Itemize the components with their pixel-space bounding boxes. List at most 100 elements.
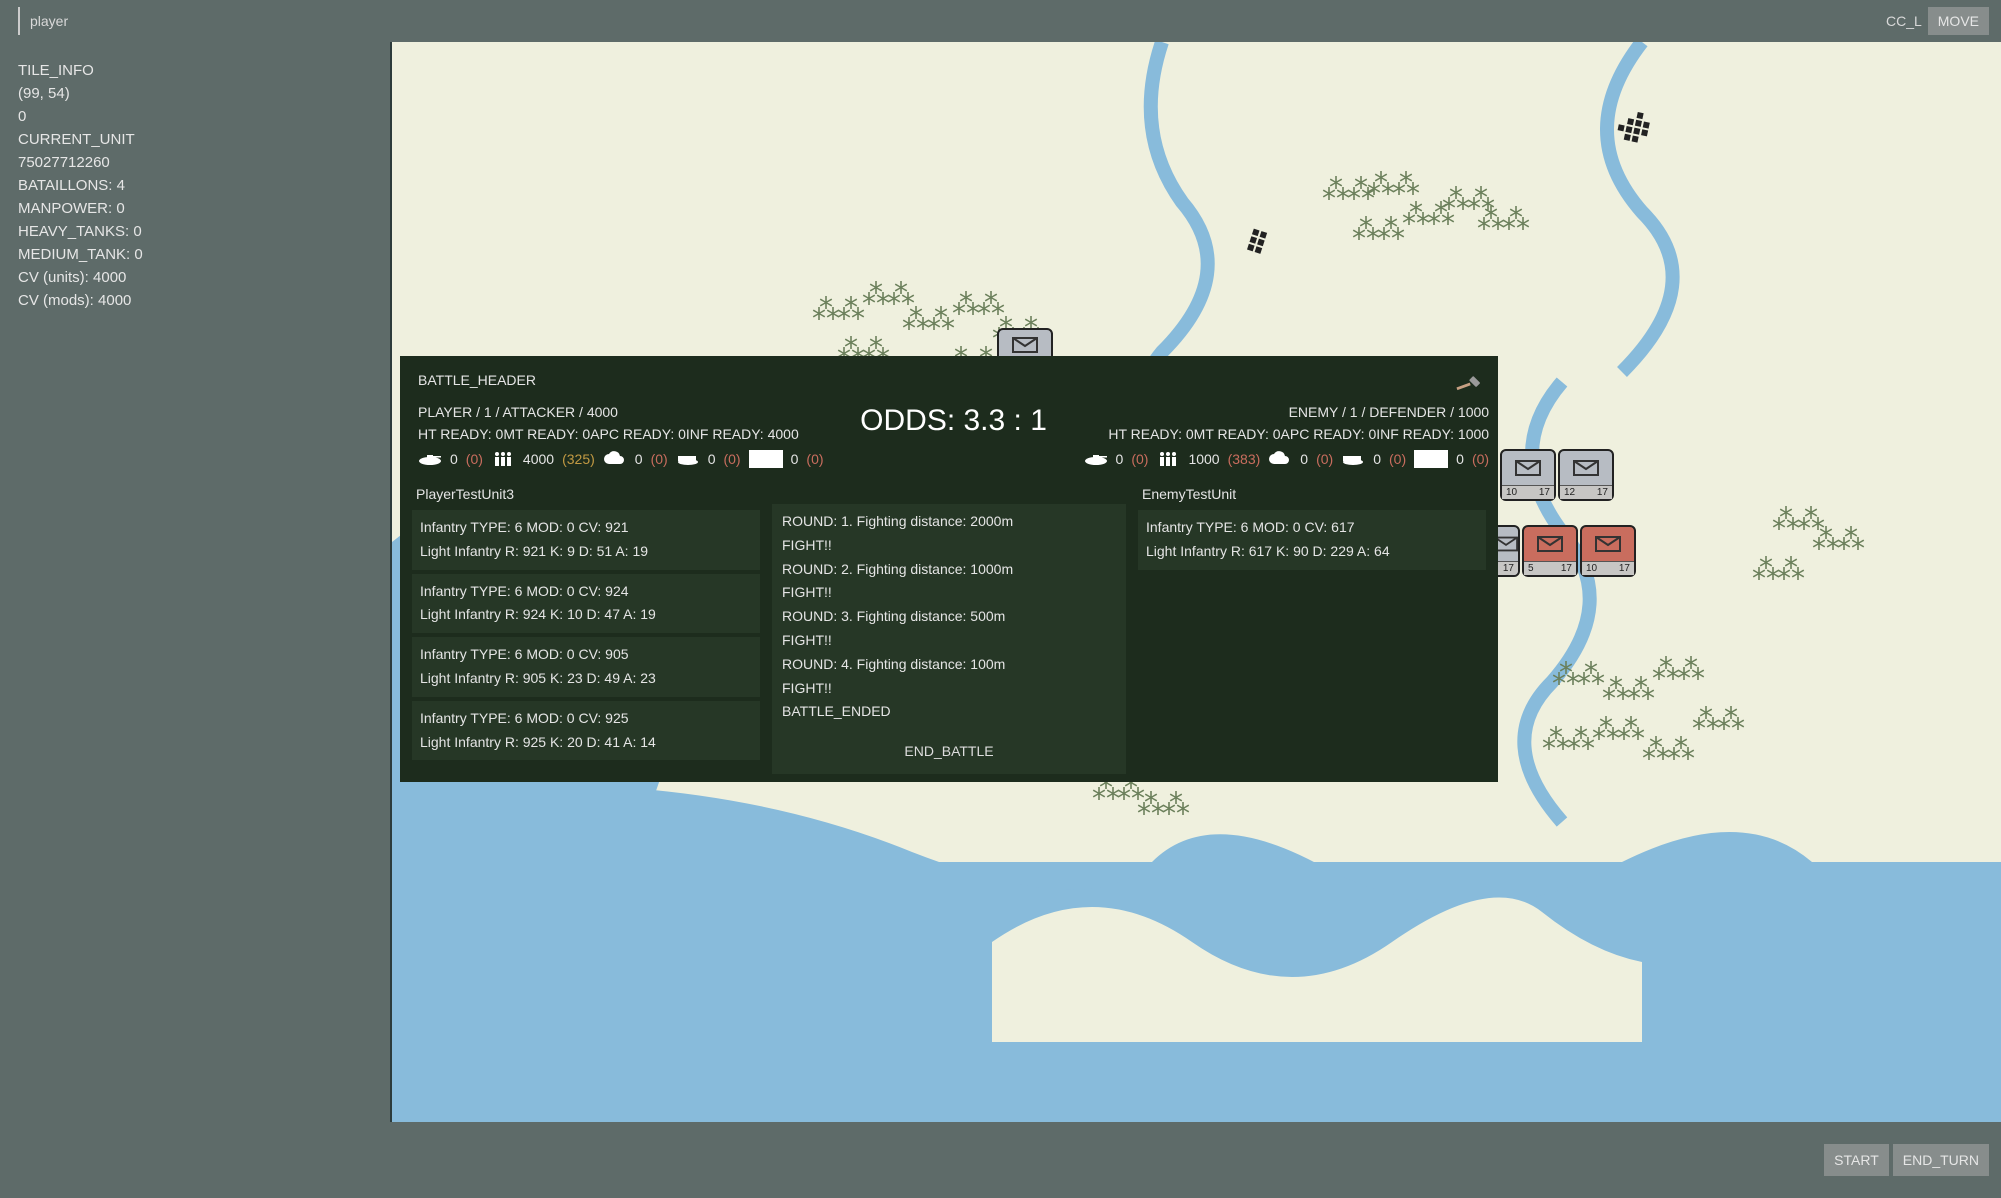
log-line: ROUND: 1. Fighting distance: 2000m xyxy=(782,510,1116,534)
tank-icon xyxy=(1084,451,1108,467)
infantry-icon xyxy=(491,451,515,467)
hammer-icon[interactable] xyxy=(1452,368,1484,400)
manpower: MANPOWER: 0 xyxy=(18,200,372,217)
medium-tank: MEDIUM_TANK: 0 xyxy=(18,246,372,263)
stat-delta: (0) xyxy=(1389,451,1406,467)
counter-values: 1217 xyxy=(1560,485,1612,499)
unit-line: Light Infantry R: 924 K: 10 D: 47 A: 19 xyxy=(420,603,752,627)
topbar-divider xyxy=(18,7,20,35)
tree-icon: ⁂⁂ xyxy=(1812,532,1844,564)
battle-log: ROUND: 1. Fighting distance: 2000mFIGHT!… xyxy=(772,504,1126,774)
cv-units: CV (units): 4000 xyxy=(18,269,372,286)
tree-icon: ⁂⁂ xyxy=(1477,212,1509,244)
log-line: FIGHT!! xyxy=(782,534,1116,558)
cc-label: CC_L xyxy=(1886,13,1922,29)
infantry-icon xyxy=(1156,451,1180,467)
log-line: FIGHT!! xyxy=(782,629,1116,653)
stat-delta: (0) xyxy=(1472,451,1489,467)
unit-line: Infantry TYPE: 6 MOD: 0 CV: 617 xyxy=(1146,516,1478,540)
counter-values: 1017 xyxy=(1502,485,1554,499)
unit-counter[interactable]: 517 xyxy=(1522,525,1578,577)
tile-coords: (99, 54) xyxy=(18,85,372,102)
unit-counter[interactable]: 1017 xyxy=(1580,525,1636,577)
village-marker xyxy=(1615,109,1658,152)
unit-counter[interactable]: 1217 xyxy=(1558,449,1614,501)
counter-values: 517 xyxy=(1524,561,1576,575)
stat-value: 0 xyxy=(708,451,716,467)
player-ready: HT READY: 0MT READY: 0APC READY: 0INF RE… xyxy=(418,426,824,442)
top-bar: player CC_L MOVE xyxy=(0,0,2001,42)
tree-icon: ⁂⁂ xyxy=(1772,512,1804,544)
topbar-right: CC_L MOVE xyxy=(1886,7,1989,35)
tree-icon: ⁂⁂ xyxy=(862,287,894,319)
player-unit-title: PlayerTestUnit3 xyxy=(408,482,764,508)
unit-entry[interactable]: Infantry TYPE: 6 MOD: 0 CV: 924Light Inf… xyxy=(412,574,760,634)
battle-modal: BATTLE_HEADER PLAYER / 1 / ATTACKER / 40… xyxy=(400,356,1498,782)
unit-entry[interactable]: Infantry TYPE: 6 MOD: 0 CV: 925Light Inf… xyxy=(412,701,760,761)
tree-icon: ⁂⁂ xyxy=(1752,562,1784,594)
unit-line: Light Infantry R: 921 K: 9 D: 51 A: 19 xyxy=(420,540,752,564)
odds-label: ODDS: 3.3 : 1 xyxy=(824,404,1084,438)
heavy-tanks: HEAVY_TANKS: 0 xyxy=(18,223,372,240)
unit-line: Light Infantry R: 905 K: 23 D: 49 A: 23 xyxy=(420,667,752,691)
tile-info-label: TILE_INFO xyxy=(18,62,372,79)
unit-line: Infantry TYPE: 6 MOD: 0 CV: 905 xyxy=(420,643,752,667)
bataillons: BATAILLONS: 4 xyxy=(18,177,372,194)
end-turn-button[interactable]: END_TURN xyxy=(1893,1144,1989,1176)
bottom-bar: START END_TURN xyxy=(0,1122,2001,1198)
log-line: FIGHT!! xyxy=(782,677,1116,701)
unit-entry[interactable]: Infantry TYPE: 6 MOD: 0 CV: 617Light Inf… xyxy=(1138,510,1486,570)
enemy-units-panel: EnemyTestUnit Infantry TYPE: 6 MOD: 0 CV… xyxy=(1134,482,1490,774)
tree-icon: ⁂⁂ xyxy=(1137,797,1169,829)
move-button[interactable]: MOVE xyxy=(1928,7,1989,35)
tree-icon: ⁂⁂ xyxy=(1552,667,1584,699)
envelope-icon xyxy=(1524,527,1576,561)
stat-delta: (383) xyxy=(1228,451,1261,467)
enemy-ready: HT READY: 0MT READY: 0APC READY: 0INF RE… xyxy=(1084,426,1490,442)
tree-icon: ⁂⁂ xyxy=(1442,192,1474,224)
unit-entry[interactable]: Infantry TYPE: 6 MOD: 0 CV: 921Light Inf… xyxy=(412,510,760,570)
unit-entry[interactable]: Infantry TYPE: 6 MOD: 0 CV: 905Light Inf… xyxy=(412,637,760,697)
end-battle-button[interactable]: END_BATTLE xyxy=(772,730,1126,774)
topbar-left: player xyxy=(18,7,68,35)
tree-icon: ⁂⁂ xyxy=(1592,722,1624,754)
player-units-panel: PlayerTestUnit3 Infantry TYPE: 6 MOD: 0 … xyxy=(408,482,764,774)
enemy-stats: 0 (0) 1000 (383) 0 (0) 0 (0) 0 (0) xyxy=(1084,450,1490,468)
unit-counter[interactable]: 1017 xyxy=(1500,449,1556,501)
white-box xyxy=(749,450,783,468)
log-line: ROUND: 3. Fighting distance: 500m xyxy=(782,605,1116,629)
enemy-side-title: ENEMY / 1 / DEFENDER / 1000 xyxy=(1084,404,1490,420)
stat-delta: (0) xyxy=(466,451,483,467)
tree-icon: ⁂⁂ xyxy=(1402,207,1434,239)
stat-value: 0 xyxy=(1373,451,1381,467)
stat-delta: (0) xyxy=(806,451,823,467)
tree-icon: ⁂⁂ xyxy=(1352,222,1384,254)
unit-line: Infantry TYPE: 6 MOD: 0 CV: 925 xyxy=(420,707,752,731)
battle-body: PlayerTestUnit3 Infantry TYPE: 6 MOD: 0 … xyxy=(400,468,1498,782)
stat-value: 0 xyxy=(635,451,643,467)
stat-value: 0 xyxy=(1300,451,1308,467)
tree-icon: ⁂⁂ xyxy=(1542,732,1574,764)
apc-icon xyxy=(1341,451,1365,467)
start-button[interactable]: START xyxy=(1824,1144,1889,1176)
unit-line: Light Infantry R: 617 K: 90 D: 229 A: 64 xyxy=(1146,540,1478,564)
stat-value: 0 xyxy=(1456,451,1464,467)
counter-values: 1017 xyxy=(1582,561,1634,575)
stat-value: 4000 xyxy=(523,451,554,467)
white-box xyxy=(1414,450,1448,468)
sidebar: TILE_INFO (99, 54) 0 CURRENT_UNIT 750277… xyxy=(0,42,390,1122)
battle-summary-row: PLAYER / 1 / ATTACKER / 4000 HT READY: 0… xyxy=(400,404,1498,468)
stat-value: 0 xyxy=(450,451,458,467)
log-line: ROUND: 2. Fighting distance: 1000m xyxy=(782,558,1116,582)
stat-delta: (325) xyxy=(562,451,595,467)
tree-icon: ⁂⁂ xyxy=(1367,177,1399,209)
unit-line: Light Infantry R: 925 K: 20 D: 41 A: 14 xyxy=(420,731,752,755)
envelope-icon xyxy=(1582,527,1634,561)
envelope-icon xyxy=(1560,451,1612,485)
player-side-title: PLAYER / 1 / ATTACKER / 4000 xyxy=(418,404,824,420)
cloud-icon xyxy=(603,451,627,467)
current-unit-label: CURRENT_UNIT xyxy=(18,131,372,148)
stat-delta: (0) xyxy=(723,451,740,467)
tank-icon xyxy=(418,451,442,467)
tile-zero: 0 xyxy=(18,108,372,125)
